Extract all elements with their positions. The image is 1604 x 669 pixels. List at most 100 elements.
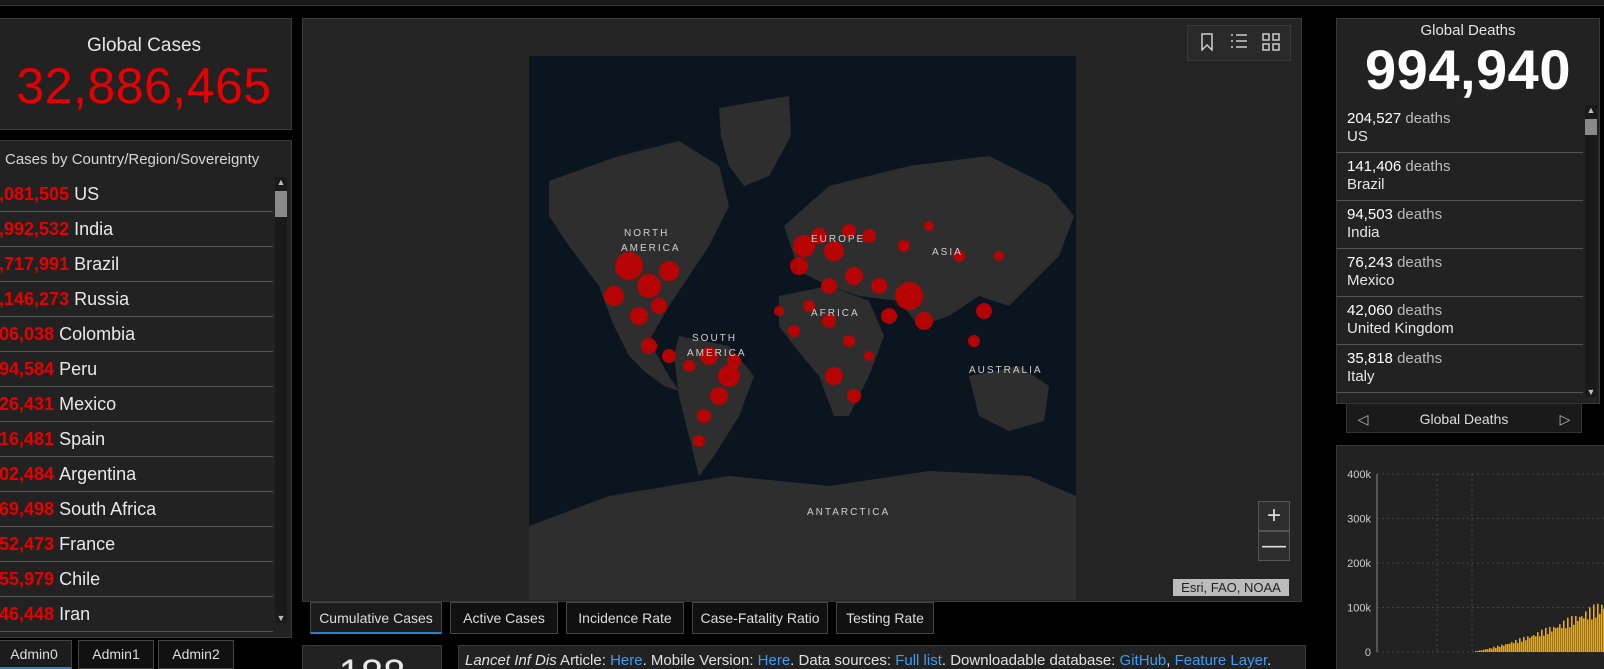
daily-cases-chart: 400k 300k 200k 100k 0 [1347,469,1604,659]
github-link[interactable]: GitHub [1120,652,1167,669]
chart-bar [1483,649,1485,652]
country-row[interactable]: 4,717,991Brazil [0,247,273,282]
label-africa: AFRICA [811,308,860,319]
deaths-row[interactable]: 32,027 deaths [1337,393,1583,397]
country-list-scrollbar[interactable]: ▲ ▼ [275,177,287,623]
tab-admin1[interactable]: Admin1 [78,640,154,669]
next-icon[interactable]: ▷ [1555,404,1575,434]
bottom-count-panel: 188 [302,645,442,669]
global-deaths-title: Global Deaths [1420,22,1516,39]
tab-testing-rate[interactable]: Testing Rate [836,602,934,634]
tab-cumulative-cases[interactable]: Cumulative Cases [310,602,442,634]
country-row[interactable]: 669,498South Africa [0,492,273,527]
deaths-unit: deaths [1405,110,1451,127]
global-cases-value: 32,886,465 [16,58,272,114]
chart-bar [1559,624,1561,652]
y-tick-label: 0 [1365,647,1371,659]
chart-bar [1601,604,1603,652]
country-name: France [59,534,116,554]
chart-bar [1507,643,1509,652]
bottom-count-value: 188 [303,654,441,669]
chart-bar [1569,627,1571,652]
world-map[interactable]: NORTH AMERICA EUROPE ASIA AFRICA SOUTH A… [529,56,1076,600]
chart-bar [1577,620,1579,652]
deaths-list-scrollbar[interactable]: ▲ ▼ [1585,105,1597,397]
chart-bar [1535,636,1537,652]
country-case-count: 552,473 [0,534,55,554]
country-row[interactable]: 552,473France [0,527,273,562]
scroll-thumb[interactable] [275,191,287,217]
label-australia: AUSTRALIA [969,365,1043,376]
label-south-america-1: SOUTH [692,333,737,344]
label-north-america-1: NORTH [624,228,669,239]
zoom-out-button[interactable]: — [1258,531,1290,561]
country-row[interactable]: 446,448Iran [0,597,273,632]
chart-bar [1567,617,1569,652]
country-row[interactable]: 1,146,273Russia [0,282,273,317]
country-row[interactable]: 794,584Peru [0,352,273,387]
label-south-america-2: AMERICA [687,348,747,359]
tab-active-cases[interactable]: Active Cases [450,602,558,634]
deaths-row[interactable]: 204,527 deaths US [1337,105,1583,153]
scroll-down-icon[interactable]: ▼ [1585,387,1597,397]
deaths-row[interactable]: 35,818 deaths Italy [1337,345,1583,393]
feature-layer-link[interactable]: Feature Layer [1175,652,1268,669]
scroll-down-icon[interactable]: ▼ [275,613,287,623]
chart-bar [1571,616,1573,652]
chart-bar [1527,636,1529,652]
chart-bar [1495,647,1497,652]
tab-case-fatality-ratio[interactable]: Case-Fatality Ratio [692,602,828,634]
country-row[interactable]: 702,484Argentina [0,457,273,492]
deaths-nav-label: Global Deaths [1419,411,1509,427]
label-antarctica: ANTARCTICA [807,507,890,518]
chart-bar [1477,650,1479,652]
chart-bar [1593,604,1595,652]
deaths-row[interactable]: 141,406 deaths Brazil [1337,153,1583,201]
scroll-thumb[interactable] [1585,119,1597,135]
country-name: Russia [74,289,130,309]
deaths-country: Italy [1347,368,1375,385]
chart-bar [1525,640,1527,652]
info-text-6: . [1267,652,1272,669]
chart-bar [1547,634,1549,652]
chart-bar [1491,648,1493,652]
country-row[interactable]: 726,431Mexico [0,387,273,422]
bookmark-icon[interactable] [1196,33,1218,55]
country-name: Colombia [59,324,136,344]
deaths-row[interactable]: 42,060 deaths United Kingdom [1337,297,1583,345]
y-tick-label: 300k [1347,514,1371,526]
list-icon[interactable] [1228,33,1250,55]
chart-bar [1515,639,1517,652]
chart-bar [1553,626,1555,652]
tab-admin2[interactable]: Admin2 [158,640,234,669]
scroll-up-icon[interactable]: ▲ [275,177,287,187]
deaths-row[interactable]: 76,243 deaths Mexico [1337,249,1583,297]
chart-bar [1493,646,1495,652]
deaths-row[interactable]: 94,503 deaths India [1337,201,1583,249]
tab-admin0[interactable]: Admin0 [0,640,72,669]
chart-bar [1599,613,1601,652]
country-case-count: 446,448 [0,604,55,624]
article-link[interactable]: Here [610,652,643,669]
label-north-america-2: AMERICA [621,243,681,254]
chart-bar [1521,641,1523,652]
deaths-count: 204,527 [1347,110,1402,127]
previous-icon[interactable]: ◁ [1353,404,1373,434]
chart-bar [1555,628,1557,652]
mobile-version-link[interactable]: Here [758,652,791,669]
country-row[interactable]: 7,081,505US [0,177,273,212]
country-row[interactable]: 806,038Colombia [0,317,273,352]
country-row[interactable]: 5,992,532India [0,212,273,247]
zoom-in-button[interactable]: + [1258,501,1290,531]
scroll-up-icon[interactable]: ▲ [1585,105,1597,115]
chart-bar [1545,627,1547,652]
country-row[interactable]: 716,481Spain [0,422,273,457]
tab-incidence-rate[interactable]: Incidence Rate [566,602,684,634]
chart-bar [1489,648,1491,652]
qr-code-icon[interactable] [1260,33,1282,55]
data-sources-link[interactable]: Full list [895,652,942,669]
country-row[interactable]: 455,979Chile [0,562,273,597]
label-europe: EUROPE [811,234,865,245]
map-panel: NORTH AMERICA EUROPE ASIA AFRICA SOUTH A… [302,18,1302,602]
info-text-3: . Data sources: [790,652,896,669]
